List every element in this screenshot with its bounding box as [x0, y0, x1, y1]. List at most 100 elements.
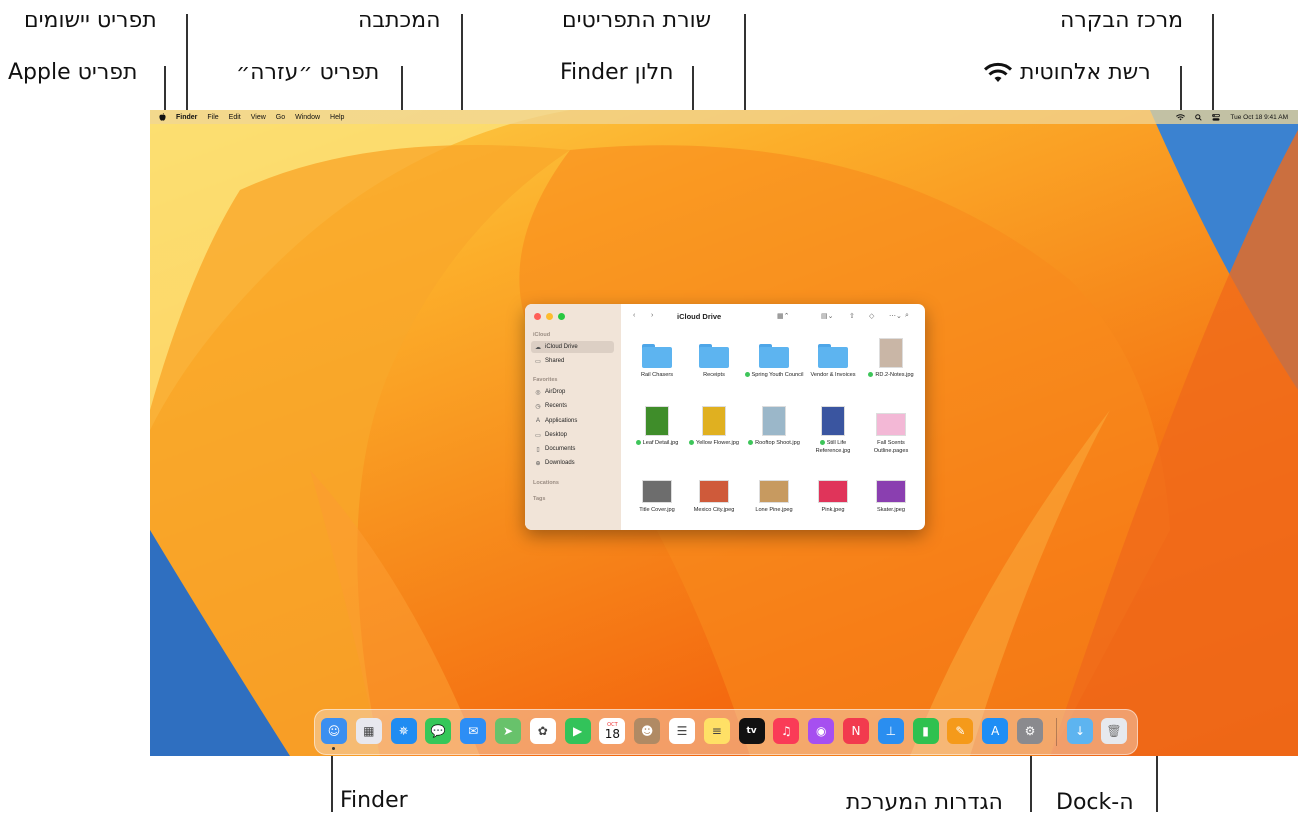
- apple-tv-icon[interactable]: tv: [738, 718, 765, 744]
- maps-icon[interactable]: ➤: [495, 718, 521, 744]
- menu-file[interactable]: File: [207, 114, 218, 121]
- control-center-icon[interactable]: [1212, 113, 1221, 121]
- file-name-text: Leaf Detail.jpg: [642, 440, 679, 446]
- sidebar-item-applications[interactable]: A Applications: [531, 415, 614, 427]
- downloads-folder-icon[interactable]: ↓: [1067, 718, 1093, 744]
- folder-icon: [642, 344, 672, 368]
- cloud-icon: ☁: [535, 344, 541, 351]
- mail-icon[interactable]: ✉: [460, 718, 487, 744]
- app-store-icon[interactable]: A: [982, 718, 1009, 744]
- sidebar-item-desktop[interactable]: ▭ Desktop: [531, 429, 614, 441]
- image-thumbnail: [699, 480, 729, 503]
- menu-bar-callout: שורת התפריטים: [562, 8, 712, 33]
- pages-icon[interactable]: ✎: [947, 718, 974, 744]
- group-icon[interactable]: ▤⌄: [821, 312, 833, 320]
- file-item[interactable]: Yellow Flower.jpg: [683, 406, 745, 448]
- close-window-button[interactable]: [534, 313, 541, 320]
- file-name-text: Receipts: [703, 372, 725, 378]
- clock-icon: ◷: [535, 403, 541, 410]
- back-icon[interactable]: ‹: [633, 312, 635, 319]
- folder-item[interactable]: Spring Youth Council: [743, 340, 805, 380]
- document-thumbnail: [876, 413, 906, 436]
- leader-line: [331, 748, 333, 812]
- more-actions-icon[interactable]: ⋯⌄: [889, 312, 902, 320]
- music-icon[interactable]: ♫: [773, 718, 800, 744]
- file-item[interactable]: Title Cover.jpg: [626, 475, 688, 515]
- messages-icon[interactable]: 💬: [425, 718, 452, 744]
- file-item[interactable]: Rooftop Shoot.jpg: [743, 406, 805, 448]
- search-icon[interactable]: ⌕: [905, 312, 909, 320]
- finder-icon[interactable]: ☺: [321, 718, 347, 744]
- folder-item[interactable]: Vendor & Invoices: [802, 340, 864, 380]
- file-name-text: Lone Pine.jpeg: [755, 507, 793, 513]
- file-item[interactable]: Mexico City.jpeg: [683, 475, 745, 515]
- file-item[interactable]: Fall Scents Outline.pages: [860, 408, 922, 455]
- shared-folder-icon: ▭: [535, 358, 541, 365]
- menu-help[interactable]: Help: [330, 114, 344, 121]
- desktop[interactable]: Finder File Edit View Go Window Help Tue…: [150, 110, 1298, 756]
- launchpad-icon[interactable]: ▦: [355, 718, 382, 744]
- folder-icon: [759, 344, 789, 368]
- safari-icon[interactable]: ✵: [390, 718, 417, 744]
- wifi-status-icon[interactable]: [1176, 113, 1186, 121]
- file-item[interactable]: Skater.jpeg: [860, 475, 922, 515]
- file-item[interactable]: Pink.jpeg: [802, 475, 864, 515]
- tag-icon[interactable]: ◇: [869, 312, 874, 320]
- trash-icon[interactable]: 🗑: [1101, 718, 1127, 744]
- sidebar-item-icloud-drive[interactable]: ☁ iCloud Drive: [531, 341, 614, 353]
- notes-icon[interactable]: ≡: [703, 718, 730, 744]
- menu-bar: Finder File Edit View Go Window Help Tue…: [150, 110, 1298, 124]
- dock-separator: [1056, 718, 1057, 746]
- reminders-icon[interactable]: ☰: [669, 718, 695, 744]
- menu-bar-clock[interactable]: Tue Oct 18 9:41 AM: [1230, 114, 1288, 121]
- finder-window-callout: חלון Finder: [560, 60, 674, 85]
- file-item[interactable]: Lone Pine.jpeg: [743, 475, 805, 515]
- sidebar-item-recents[interactable]: ◷ Recents: [531, 400, 614, 412]
- folder-item[interactable]: Receipts: [683, 340, 745, 380]
- spotlight-search-icon[interactable]: [1195, 113, 1203, 121]
- menu-go[interactable]: Go: [276, 114, 285, 121]
- sidebar-item-airdrop[interactable]: ◎ AirDrop: [531, 386, 614, 398]
- image-thumbnail: [818, 480, 848, 503]
- podcasts-icon[interactable]: ◉: [808, 718, 835, 744]
- green-tag-icon: [819, 440, 825, 446]
- forward-icon[interactable]: ›: [651, 312, 653, 319]
- photos-icon[interactable]: ✿: [529, 718, 556, 744]
- sidebar-item-label: Downloads: [545, 460, 575, 466]
- menu-edit[interactable]: Edit: [229, 114, 241, 121]
- menu-view[interactable]: View: [251, 114, 266, 121]
- file-name: Title Cover.jpg: [626, 507, 688, 515]
- help-menu-callout: תפריט ״עזרה״: [236, 60, 380, 85]
- news-icon[interactable]: N: [843, 718, 869, 744]
- contacts-icon[interactable]: ☻: [634, 718, 661, 744]
- finder-window[interactable]: iCloud ☁ iCloud Drive ▭ Shared Favorites ◎…: [525, 304, 925, 530]
- file-item[interactable]: Leaf Detail.jpg: [626, 406, 688, 448]
- file-name: Leaf Detail.jpg: [626, 440, 688, 448]
- sidebar-item-shared[interactable]: ▭ Shared: [531, 355, 614, 367]
- sidebar-section-icloud: iCloud: [533, 332, 551, 338]
- system-settings-icon[interactable]: ⚙: [1017, 718, 1043, 744]
- keynote-icon[interactable]: ⊥: [877, 718, 904, 744]
- control-center-callout: מרכז הבקרה: [1060, 8, 1184, 33]
- desktop-callout: המכתבה: [358, 8, 441, 33]
- minimize-window-button[interactable]: [546, 313, 553, 320]
- sidebar-item-downloads[interactable]: ⊕ Downloads: [531, 457, 614, 469]
- menu-window[interactable]: Window: [295, 114, 320, 121]
- share-icon[interactable]: ⇧: [849, 312, 855, 320]
- menu-finder[interactable]: Finder: [176, 114, 197, 121]
- image-thumbnail: [645, 406, 669, 436]
- file-name: Still Life Reference.jpg: [802, 440, 864, 455]
- sidebar-item-documents[interactable]: ▯ Documents: [531, 443, 614, 455]
- calendar-icon[interactable]: OCT 18: [599, 718, 626, 744]
- leader-line: [744, 14, 746, 114]
- file-item[interactable]: Still Life Reference.jpg: [802, 406, 864, 455]
- sidebar-item-label: AirDrop: [545, 389, 566, 395]
- file-name: Yellow Flower.jpg: [683, 440, 745, 448]
- view-mode-icon[interactable]: ▦⌃: [777, 312, 789, 320]
- zoom-window-button[interactable]: [558, 313, 565, 320]
- folder-item[interactable]: Rail Chasers: [626, 340, 688, 380]
- file-item[interactable]: RD.2-Notes.jpg: [860, 338, 922, 380]
- numbers-icon[interactable]: ▮: [912, 718, 939, 744]
- facetime-icon[interactable]: ▶: [564, 718, 591, 744]
- apple-menu-icon[interactable]: [159, 113, 166, 121]
